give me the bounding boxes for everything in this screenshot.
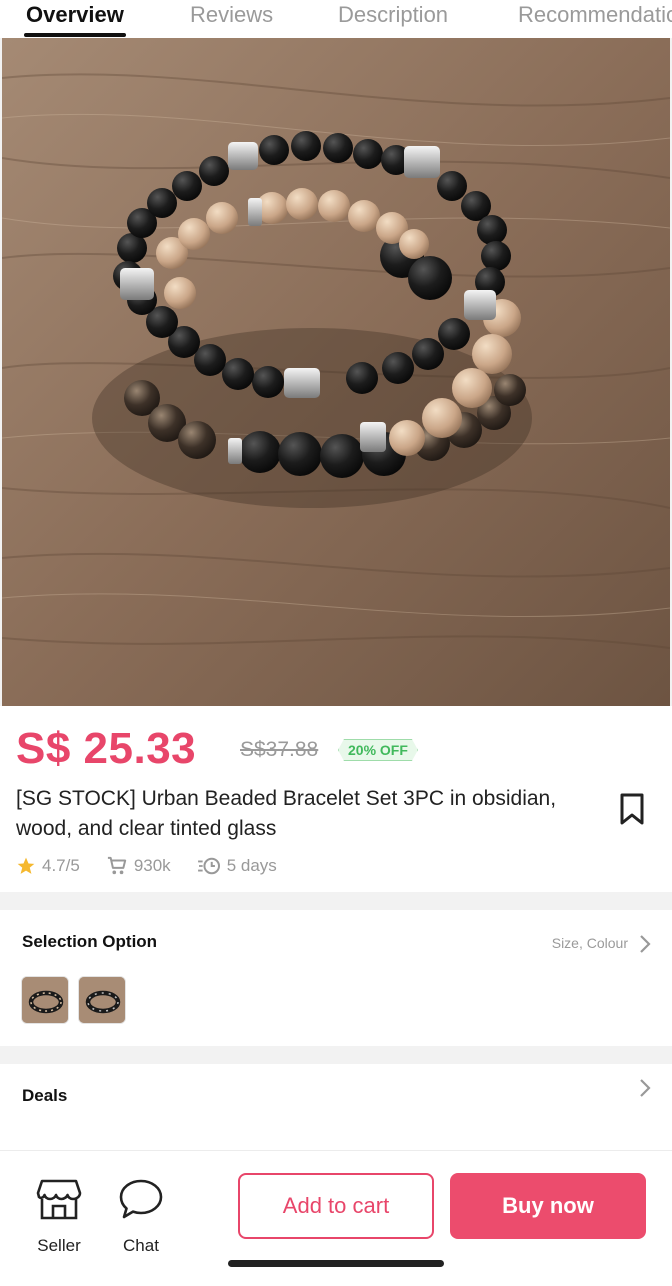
delivery-time: 5 days — [197, 856, 277, 876]
chat-button[interactable]: Chat — [111, 1177, 171, 1256]
product-image[interactable] — [2, 38, 670, 706]
selection-title: Selection Option — [22, 932, 158, 951]
add-to-cart-button[interactable]: Add to cart — [238, 1173, 434, 1239]
chevron-right-icon[interactable] — [638, 934, 652, 954]
buy-now-button[interactable]: Buy now — [450, 1173, 646, 1239]
sold-value: 930k — [133, 856, 171, 875]
active-tab-indicator — [24, 33, 126, 37]
tab-reviews[interactable]: Reviews — [190, 2, 273, 28]
discount-badge: 20% OFF — [338, 739, 418, 761]
product-info-section: S$ 25.33 S$37.88 20% OFF [SG STOCK] Urba… — [0, 706, 672, 892]
option-thumbnail[interactable] — [21, 976, 69, 1024]
product-title: [SG STOCK] Urban Beaded Bracelet Set 3PC… — [16, 787, 557, 840]
tab-description[interactable]: Description — [338, 2, 448, 28]
cart-icon — [107, 856, 126, 875]
tab-recommendations[interactable]: Recommendations — [518, 2, 672, 28]
rating-value: 4.7/5 — [42, 856, 80, 875]
sold-count: 930k — [106, 856, 171, 876]
store-icon — [36, 1179, 82, 1220]
tab-overview[interactable]: Overview — [26, 2, 124, 28]
delivery-time-icon — [197, 857, 220, 875]
option-thumbnail[interactable] — [78, 976, 126, 1024]
chat-icon — [119, 1179, 163, 1219]
deals-title: Deals — [22, 1086, 68, 1105]
chevron-right-icon[interactable] — [638, 1078, 652, 1098]
rating: 4.7/5 — [16, 856, 80, 876]
original-price: S$37.88 — [240, 738, 319, 761]
selection-option-card[interactable]: Selection Option Size, Colour — [0, 910, 672, 1046]
product-meta: 4.7/5 930k 5 days — [16, 854, 303, 878]
chat-label: Chat — [123, 1236, 159, 1255]
delivery-value: 5 days — [226, 856, 277, 875]
deals-card[interactable]: Deals — [0, 1064, 672, 1150]
home-indicator[interactable] — [228, 1260, 444, 1267]
current-price: S$ 25.33 — [16, 724, 197, 773]
bottom-action-bar: Seller Chat Add to cart Buy now — [0, 1150, 672, 1286]
bookmark-icon[interactable] — [618, 792, 646, 826]
selection-hint: Size, Colour — [551, 935, 628, 951]
seller-button[interactable]: Seller — [29, 1177, 89, 1256]
star-icon — [17, 857, 35, 874]
seller-label: Seller — [37, 1236, 81, 1255]
top-tab-bar: Overview Reviews Description Recommendat… — [0, 0, 672, 38]
